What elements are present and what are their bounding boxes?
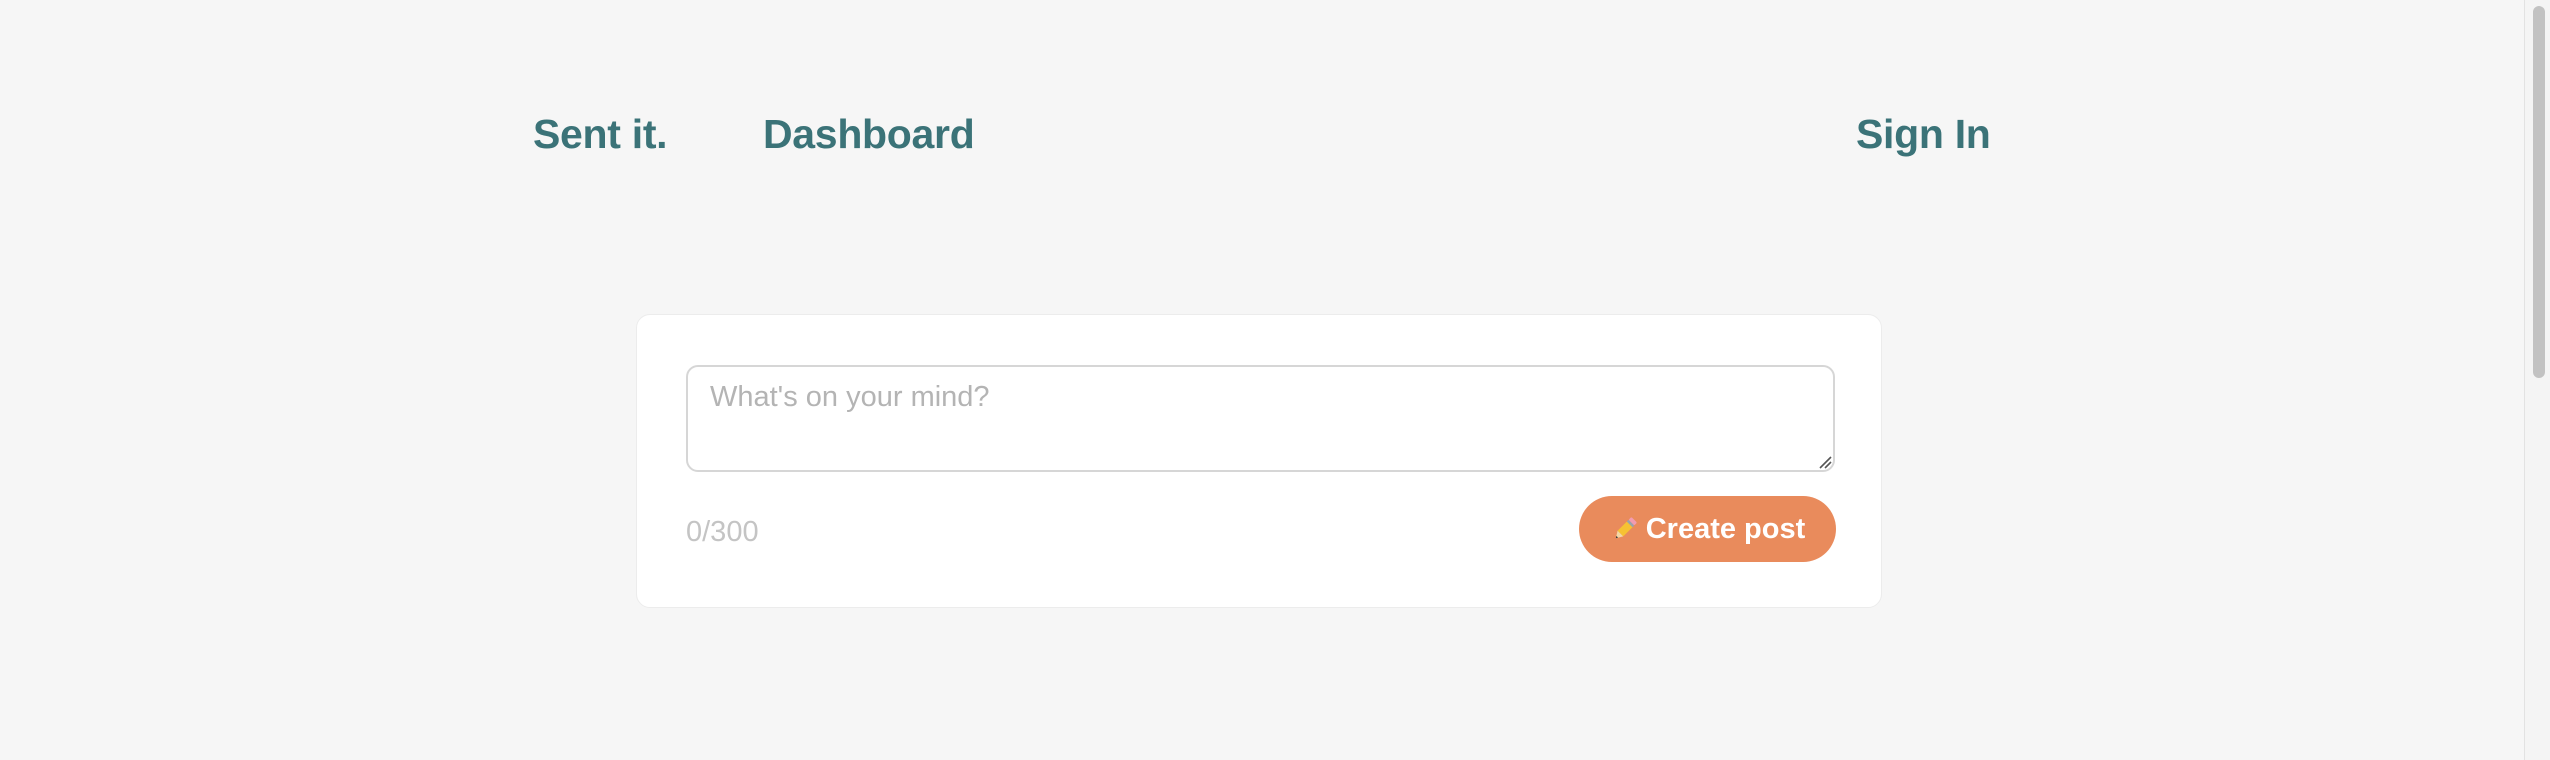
brand-logo-link[interactable]: Sent it. xyxy=(533,108,668,160)
resize-handle-icon[interactable] xyxy=(1818,455,1832,469)
create-post-label: Create post xyxy=(1645,512,1806,545)
pencil-icon xyxy=(1610,514,1640,544)
nav-dashboard-link[interactable]: Dashboard xyxy=(763,108,975,160)
scrollbar-thumb[interactable] xyxy=(2533,6,2545,378)
create-post-button[interactable]: Create post xyxy=(1579,496,1836,562)
post-textarea[interactable] xyxy=(686,365,1835,472)
post-composer-card: 0/300 Create post xyxy=(636,314,1882,608)
nav-sign-in-link[interactable]: Sign In xyxy=(1856,108,1991,160)
character-count: 0/300 xyxy=(686,516,759,548)
page-scrollbar[interactable] xyxy=(2524,0,2550,760)
